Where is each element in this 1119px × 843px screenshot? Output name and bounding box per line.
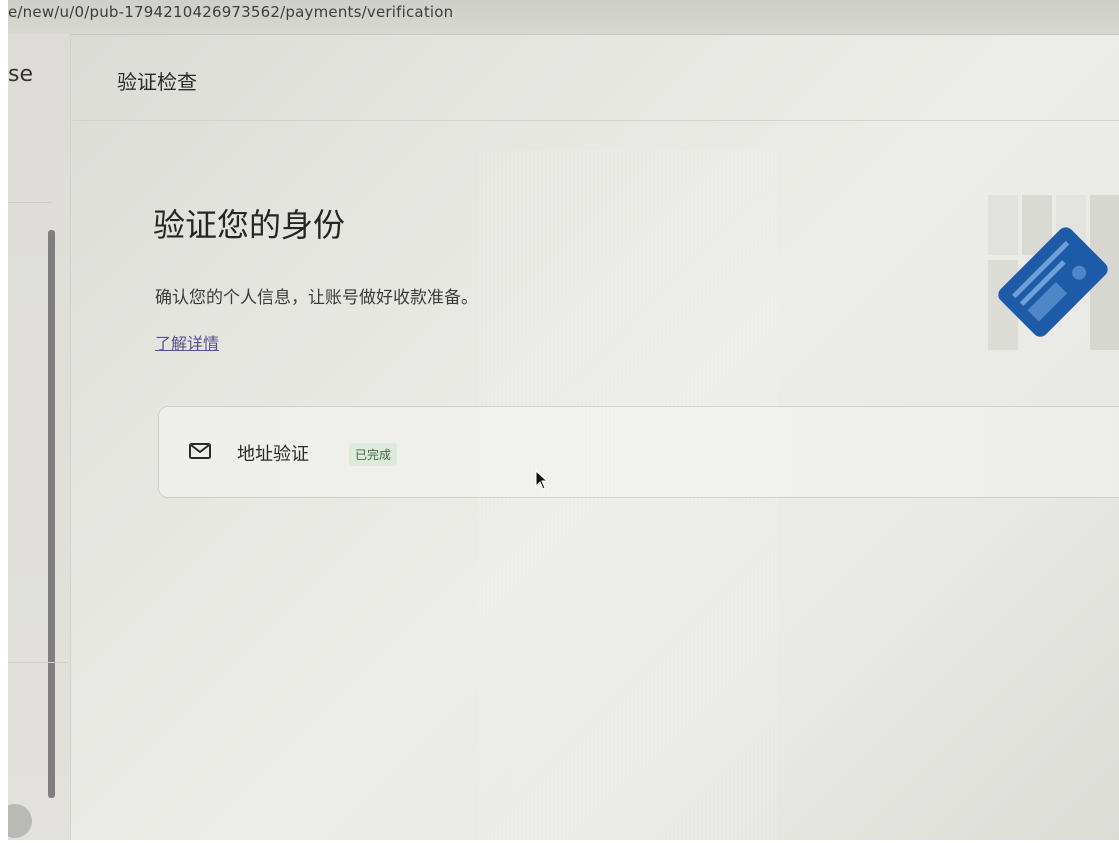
page-title: 验证您的身份 [153, 206, 346, 244]
sidebar-divider [8, 202, 52, 203]
avatar[interactable] [8, 804, 32, 838]
learn-more-link[interactable]: 了解详情 [155, 330, 219, 354]
page-description: 确认您的个人信息，让账号做好收款准备。 [155, 288, 478, 308]
mail-icon [189, 443, 211, 463]
sidebar-divider [8, 662, 68, 663]
sidebar-scrollbar[interactable] [48, 230, 55, 798]
page-header: 验证检查 [71, 34, 1119, 121]
sidebar: se [8, 34, 71, 840]
sidebar-brand: se [8, 62, 33, 87]
address-bar[interactable]: e/new/u/0/pub-1794210426973562/payments/… [8, 0, 1119, 35]
mouse-cursor-icon [535, 469, 549, 494]
screen-photo: e/new/u/0/pub-1794210426973562/payments/… [8, 0, 1119, 840]
status-badge: 已完成 [349, 443, 398, 466]
verification-item-label: 地址验证 [237, 444, 309, 465]
verification-item-address[interactable]: 地址验证 已完成 [158, 406, 1119, 498]
page-header-title: 验证检查 [117, 70, 197, 94]
id-card-illustration [978, 190, 1119, 364]
url-text: e/new/u/0/pub-1794210426973562/payments/… [8, 3, 454, 21]
